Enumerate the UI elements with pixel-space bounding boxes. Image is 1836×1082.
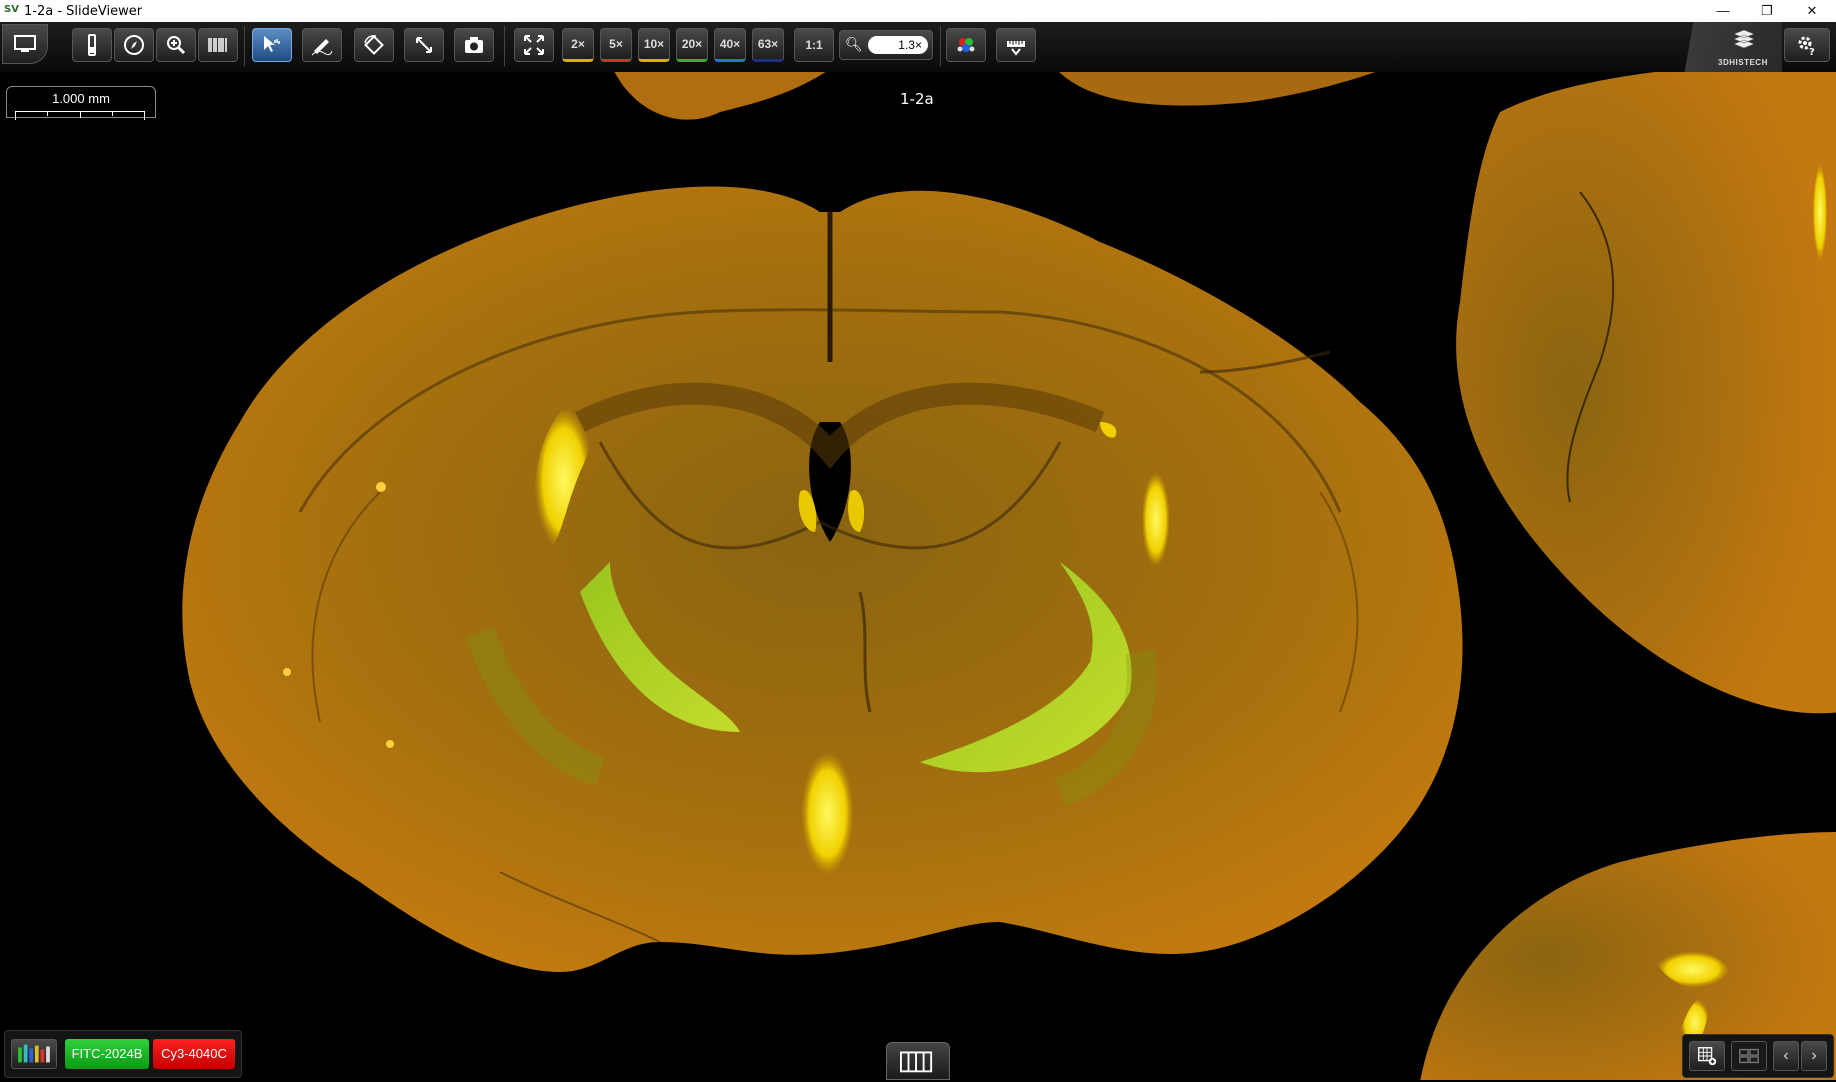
grid-add-icon bbox=[1698, 1047, 1717, 1066]
fit-to-screen-button[interactable] bbox=[514, 28, 554, 62]
ruler-icon bbox=[1007, 41, 1025, 56]
close-button[interactable]: ✕ bbox=[1789, 0, 1835, 22]
measure-button[interactable] bbox=[404, 28, 444, 62]
fullscreen-icon bbox=[524, 35, 544, 55]
zoom-input[interactable]: 1.3× bbox=[868, 36, 928, 54]
slide-name-label: 1-2a bbox=[900, 90, 934, 108]
maximize-button[interactable]: ❐ bbox=[1744, 0, 1790, 22]
mag-63x-button[interactable]: 63× bbox=[752, 28, 784, 62]
camera-icon bbox=[465, 37, 483, 53]
channel-panel: FITC-2024B Cy3-4040C bbox=[4, 1030, 242, 1078]
prev-slide-button[interactable]: ‹ bbox=[1773, 1041, 1799, 1071]
slide-tray-icon bbox=[900, 1051, 933, 1073]
main-toolbar: 2× 5× 10× 20× 40× 63× 1:1 🔍︎ 1.3× 3DHIST… bbox=[0, 22, 1836, 73]
measurement-button[interactable] bbox=[996, 28, 1036, 62]
rotate-icon bbox=[364, 34, 384, 55]
histogram-button[interactable] bbox=[11, 1039, 57, 1069]
toolbar-separator bbox=[244, 26, 245, 66]
display-icon[interactable] bbox=[2, 24, 48, 64]
pan-tool-button[interactable] bbox=[252, 28, 292, 62]
annotation-button[interactable] bbox=[302, 28, 342, 62]
magnifier-button[interactable] bbox=[156, 28, 196, 62]
svg-text:?: ? bbox=[1809, 47, 1815, 57]
search-icon: 🔍︎ bbox=[845, 36, 863, 52]
color-channels-icon bbox=[957, 38, 975, 52]
slide-tray-toggle[interactable] bbox=[886, 1042, 950, 1080]
navigator-button[interactable] bbox=[114, 28, 154, 62]
rotate-button[interactable] bbox=[354, 28, 394, 62]
window-titlebar: SV 1-2a - SlideViewer — ❐ ✕ bbox=[0, 0, 1836, 23]
pointer-hand-icon bbox=[264, 36, 280, 52]
layout-button[interactable] bbox=[1731, 1041, 1767, 1071]
compass-icon bbox=[124, 35, 144, 55]
minimize-button[interactable]: — bbox=[1700, 0, 1746, 22]
mag-2x-button[interactable]: 2× bbox=[562, 28, 594, 62]
settings-button[interactable]: ? bbox=[1784, 28, 1830, 62]
barcode-icon bbox=[208, 38, 227, 52]
navigation-panel: ‹ › bbox=[1682, 1034, 1834, 1078]
scale-tick bbox=[80, 112, 81, 118]
scale-tick bbox=[112, 112, 113, 116]
channel-fitc-button[interactable]: FITC-2024B bbox=[65, 1039, 149, 1069]
channel-cy3-button[interactable]: Cy3-4040C bbox=[153, 1039, 235, 1069]
zoom-control: 🔍︎ 1.3× bbox=[839, 30, 933, 60]
barcode-button[interactable] bbox=[198, 28, 238, 62]
slide-icon bbox=[88, 34, 96, 56]
histogram-icon bbox=[18, 1044, 50, 1063]
scale-tick bbox=[47, 112, 48, 116]
brain-section-image bbox=[182, 72, 1836, 1080]
toolbar-separator bbox=[504, 26, 505, 66]
app-icon: SV bbox=[4, 4, 19, 15]
mag-5x-button[interactable]: 5× bbox=[600, 28, 632, 62]
monitor-icon bbox=[14, 35, 36, 52]
next-slide-button[interactable]: › bbox=[1801, 1041, 1827, 1071]
scale-tick bbox=[144, 112, 145, 120]
mag-10x-button[interactable]: 10× bbox=[638, 28, 670, 62]
logo-icon bbox=[1733, 29, 1755, 49]
one-to-one-button[interactable]: 1:1 bbox=[794, 28, 834, 62]
ruler-diagonal-icon bbox=[416, 37, 432, 53]
scale-tick bbox=[15, 112, 16, 120]
scale-bar: 1.000 mm bbox=[6, 86, 156, 120]
slide-button[interactable] bbox=[72, 28, 112, 62]
window-title: 1-2a - SlideViewer bbox=[24, 4, 143, 19]
brand-name: 3DHISTECH bbox=[1718, 58, 1768, 67]
scale-bar-label: 1.000 mm bbox=[52, 91, 110, 106]
zoom-in-icon bbox=[167, 36, 186, 55]
fluorescence-button[interactable] bbox=[946, 28, 986, 62]
pen-icon bbox=[311, 39, 333, 56]
brand-logo: 3DHISTECH bbox=[1672, 22, 1782, 72]
gear-help-icon: ? bbox=[1798, 36, 1815, 57]
slide-viewport[interactable]: 1-2a 1.000 mm bbox=[0, 72, 1836, 1080]
add-view-button[interactable] bbox=[1689, 1041, 1725, 1071]
mag-40x-button[interactable]: 40× bbox=[714, 28, 746, 62]
scale-ruler bbox=[15, 111, 145, 120]
toolbar-separator bbox=[940, 26, 941, 66]
mag-20x-button[interactable]: 20× bbox=[676, 28, 708, 62]
layout-grid-icon bbox=[1739, 1048, 1759, 1064]
snapshot-button[interactable] bbox=[454, 28, 494, 62]
